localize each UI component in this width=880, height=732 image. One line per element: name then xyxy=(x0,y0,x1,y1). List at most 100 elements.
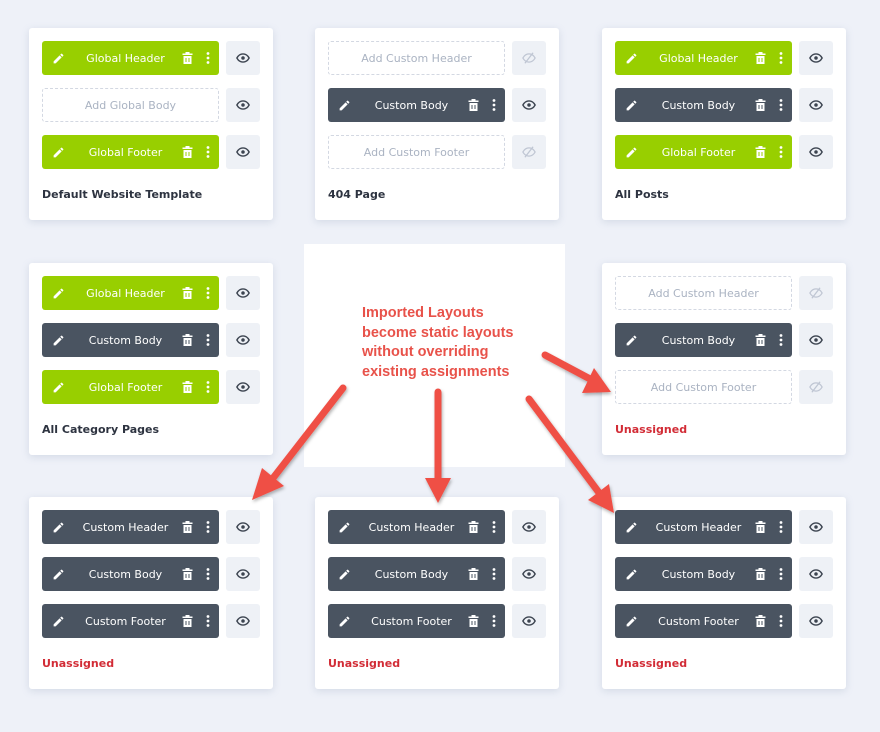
trash-icon[interactable] xyxy=(750,99,770,111)
edit-icon[interactable] xyxy=(42,381,74,394)
visibility-toggle-disabled[interactable] xyxy=(799,370,833,404)
trash-icon[interactable] xyxy=(177,52,197,64)
trash-icon[interactable] xyxy=(750,146,770,158)
visibility-toggle-disabled[interactable] xyxy=(512,135,546,169)
more-options-icon[interactable] xyxy=(770,99,792,111)
more-options-icon[interactable] xyxy=(197,146,219,158)
edit-icon[interactable] xyxy=(328,521,360,534)
edit-icon[interactable] xyxy=(328,615,360,628)
more-options-icon[interactable] xyxy=(770,568,792,580)
visibility-toggle[interactable] xyxy=(799,88,833,122)
edit-icon[interactable] xyxy=(328,568,360,581)
edit-icon[interactable] xyxy=(42,146,74,159)
more-options-icon[interactable] xyxy=(197,521,219,533)
edit-icon[interactable] xyxy=(615,521,647,534)
visibility-toggle[interactable] xyxy=(226,557,260,591)
more-options-icon[interactable] xyxy=(770,334,792,346)
edit-icon[interactable] xyxy=(615,99,647,112)
body-layout-block[interactable]: Custom Body xyxy=(615,557,792,591)
trash-icon[interactable] xyxy=(177,287,197,299)
edit-icon[interactable] xyxy=(42,521,74,534)
trash-icon[interactable] xyxy=(177,146,197,158)
add-footer-button[interactable]: Add Custom Footer xyxy=(328,135,505,169)
add-header-button[interactable]: Add Custom Header xyxy=(328,41,505,75)
visibility-toggle[interactable] xyxy=(799,135,833,169)
more-options-icon[interactable] xyxy=(770,146,792,158)
footer-layout-block[interactable]: Global Footer xyxy=(42,370,219,404)
visibility-toggle[interactable] xyxy=(799,604,833,638)
edit-icon[interactable] xyxy=(615,52,647,65)
visibility-toggle[interactable] xyxy=(226,276,260,310)
footer-layout-block[interactable]: Global Footer xyxy=(42,135,219,169)
body-layout-block[interactable]: Custom Body xyxy=(328,88,505,122)
edit-icon[interactable] xyxy=(42,615,74,628)
body-layout-block[interactable]: Custom Body xyxy=(615,323,792,357)
footer-layout-block[interactable]: Custom Footer xyxy=(615,604,792,638)
trash-icon[interactable] xyxy=(750,521,770,533)
visibility-toggle-disabled[interactable] xyxy=(799,276,833,310)
visibility-toggle[interactable] xyxy=(799,323,833,357)
more-options-icon[interactable] xyxy=(770,52,792,64)
more-options-icon[interactable] xyxy=(483,99,505,111)
edit-icon[interactable] xyxy=(615,615,647,628)
add-header-button[interactable]: Add Custom Header xyxy=(615,276,792,310)
trash-icon[interactable] xyxy=(463,568,483,580)
more-options-icon[interactable] xyxy=(197,287,219,299)
visibility-toggle[interactable] xyxy=(226,41,260,75)
visibility-toggle[interactable] xyxy=(512,557,546,591)
more-options-icon[interactable] xyxy=(197,52,219,64)
trash-icon[interactable] xyxy=(177,334,197,346)
edit-icon[interactable] xyxy=(42,287,74,300)
visibility-toggle[interactable] xyxy=(799,557,833,591)
edit-icon[interactable] xyxy=(615,146,647,159)
visibility-toggle[interactable] xyxy=(226,323,260,357)
trash-icon[interactable] xyxy=(177,521,197,533)
add-footer-button[interactable]: Add Custom Footer xyxy=(615,370,792,404)
edit-icon[interactable] xyxy=(615,334,647,347)
more-options-icon[interactable] xyxy=(770,521,792,533)
trash-icon[interactable] xyxy=(463,521,483,533)
body-layout-block[interactable]: Custom Body xyxy=(615,88,792,122)
header-layout-block[interactable]: Global Header xyxy=(42,276,219,310)
more-options-icon[interactable] xyxy=(197,615,219,627)
edit-icon[interactable] xyxy=(42,568,74,581)
edit-icon[interactable] xyxy=(615,568,647,581)
more-options-icon[interactable] xyxy=(770,615,792,627)
header-layout-block[interactable]: Custom Header xyxy=(615,510,792,544)
trash-icon[interactable] xyxy=(177,615,197,627)
more-options-icon[interactable] xyxy=(483,615,505,627)
edit-icon[interactable] xyxy=(328,99,360,112)
body-layout-block[interactable]: Custom Body xyxy=(42,557,219,591)
trash-icon[interactable] xyxy=(750,334,770,346)
visibility-toggle[interactable] xyxy=(799,510,833,544)
header-layout-block[interactable]: Custom Header xyxy=(328,510,505,544)
footer-layout-block[interactable]: Custom Footer xyxy=(42,604,219,638)
visibility-toggle[interactable] xyxy=(226,135,260,169)
trash-icon[interactable] xyxy=(463,615,483,627)
trash-icon[interactable] xyxy=(750,568,770,580)
header-layout-block[interactable]: Custom Header xyxy=(42,510,219,544)
trash-icon[interactable] xyxy=(177,381,197,393)
visibility-toggle[interactable] xyxy=(512,604,546,638)
more-options-icon[interactable] xyxy=(483,521,505,533)
visibility-toggle[interactable] xyxy=(799,41,833,75)
trash-icon[interactable] xyxy=(750,52,770,64)
more-options-icon[interactable] xyxy=(197,381,219,393)
trash-icon[interactable] xyxy=(177,568,197,580)
trash-icon[interactable] xyxy=(750,615,770,627)
visibility-toggle-disabled[interactable] xyxy=(512,41,546,75)
more-options-icon[interactable] xyxy=(483,568,505,580)
edit-icon[interactable] xyxy=(42,334,74,347)
footer-layout-block[interactable]: Global Footer xyxy=(615,135,792,169)
add-body-button[interactable]: Add Global Body xyxy=(42,88,219,122)
more-options-icon[interactable] xyxy=(197,334,219,346)
visibility-toggle[interactable] xyxy=(226,604,260,638)
more-options-icon[interactable] xyxy=(197,568,219,580)
visibility-toggle[interactable] xyxy=(512,88,546,122)
visibility-toggle[interactable] xyxy=(512,510,546,544)
body-layout-block[interactable]: Custom Body xyxy=(328,557,505,591)
footer-layout-block[interactable]: Custom Footer xyxy=(328,604,505,638)
visibility-toggle[interactable] xyxy=(226,370,260,404)
header-layout-block[interactable]: Global Header xyxy=(615,41,792,75)
body-layout-block[interactable]: Custom Body xyxy=(42,323,219,357)
